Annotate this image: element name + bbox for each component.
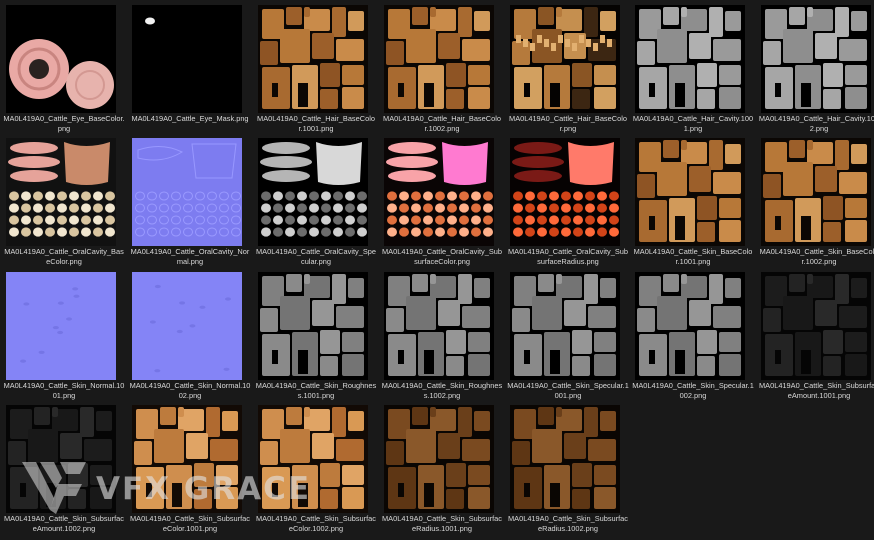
file-tile[interactable]: MA0L419A0_Cattle_Skin_SubsurfaceColor.10… <box>255 400 380 533</box>
file-name: MA0L419A0_Cattle_OralCavity_BaseColor.pn… <box>4 247 124 266</box>
file-name: MA0L419A0_Cattle_Skin_SubsurfaceColor.10… <box>256 514 376 533</box>
file-tile[interactable]: MA0L419A0_Cattle_Hair_BaseColor.1001.png <box>255 0 380 133</box>
file-name: MA0L419A0_Cattle_Hair_Cavity.1001.png <box>632 114 754 133</box>
file-thumbnail <box>761 138 871 246</box>
file-thumbnail <box>635 138 745 246</box>
file-tile[interactable]: MA0L419A0_Cattle_Skin_Specular.1002.png <box>632 267 757 400</box>
file-thumbnail <box>510 405 620 513</box>
file-tile[interactable]: MA0L419A0_Cattle_Hair_BaseColor.1002.png <box>381 0 506 133</box>
file-tile[interactable]: MA0L419A0_Cattle_Skin_SubsurfaceColor.10… <box>129 400 254 533</box>
file-thumbnail <box>132 138 242 246</box>
file-tile[interactable]: MA0L419A0_Cattle_Eye_Mask.png <box>129 0 254 132</box>
file-tile[interactable]: MA0L419A0_Cattle_Hair_Cavity.1001.png <box>632 0 757 133</box>
file-tile[interactable]: MA0L419A0_Cattle_Skin_Normal.1002.png <box>129 267 254 400</box>
file-tile[interactable]: MA0L419A0_Cattle_OralCavity_SubsurfaceCo… <box>381 133 506 266</box>
file-thumbnail <box>258 5 368 113</box>
file-name: MA0L419A0_Cattle_Skin_Normal.1002.png <box>129 381 251 400</box>
file-tile[interactable]: MA0L419A0_Cattle_Skin_Normal.1001.png <box>3 267 128 400</box>
file-thumbnail <box>761 5 871 113</box>
file-tile[interactable]: MA0L419A0_Cattle_Skin_Specular.1001.png <box>507 267 632 400</box>
file-name: MA0L419A0_Cattle_Skin_Normal.1001.png <box>3 381 125 400</box>
file-name: MA0L419A0_Cattle_Skin_BaseColor.1002.png <box>759 247 874 266</box>
file-name: MA0L419A0_Cattle_Hair_BaseColor.1001.png <box>257 114 375 133</box>
file-thumbnail <box>510 138 620 246</box>
file-tile[interactable]: MA0L419A0_Cattle_Skin_Roughness.1001.png <box>255 267 380 400</box>
file-name: MA0L419A0_Cattle_Skin_Roughness.1001.png <box>255 381 377 400</box>
file-name: MA0L419A0_Cattle_OralCavity_Normal.png <box>130 247 250 266</box>
file-thumbnail <box>258 272 368 380</box>
file-thumbnail <box>6 405 116 513</box>
file-thumbnail <box>510 5 620 113</box>
file-tile[interactable]: MA0L419A0_Cattle_OralCavity_Specular.png <box>255 133 380 266</box>
file-name: MA0L419A0_Cattle_Skin_SubsurfaceAmount.1… <box>759 381 874 400</box>
file-thumbnail <box>6 272 116 380</box>
file-name: MA0L419A0_Cattle_OralCavity_SubsurfaceRa… <box>508 247 628 266</box>
file-thumbnail <box>258 405 368 513</box>
file-name: MA0L419A0_Cattle_Skin_Specular.1001.png <box>507 381 629 400</box>
file-thumbnail <box>384 405 494 513</box>
file-thumbnail <box>761 272 871 380</box>
file-tile[interactable]: MA0L419A0_Cattle_OralCavity_BaseColor.pn… <box>3 133 128 266</box>
file-name: MA0L419A0_Cattle_Skin_SubsurfaceRadius.1… <box>508 514 628 533</box>
file-thumbnail <box>384 5 494 113</box>
file-name: MA0L419A0_Cattle_Skin_SubsurfaceAmount.1… <box>4 514 124 533</box>
file-grid: MA0L419A0_Cattle_Eye_BaseColor.png MA0L41… <box>0 0 874 540</box>
file-thumbnail <box>384 272 494 380</box>
file-name: MA0L419A0_Cattle_OralCavity_Specular.png <box>256 247 376 266</box>
file-thumbnail <box>132 272 242 380</box>
file-name: MA0L419A0_Cattle_Hair_BaseColor.png <box>509 114 627 133</box>
file-thumbnail <box>132 5 242 113</box>
file-name: MA0L419A0_Cattle_Eye_Mask.png <box>131 114 249 123</box>
file-name: MA0L419A0_Cattle_Skin_Specular.1002.png <box>632 381 754 400</box>
file-thumbnail <box>6 5 116 113</box>
file-tile[interactable]: MA0L419A0_Cattle_Skin_BaseColor.1001.png <box>632 133 757 266</box>
file-tile[interactable]: MA0L419A0_Cattle_Skin_SubsurfaceRadius.1… <box>507 400 632 533</box>
file-tile[interactable]: MA0L419A0_Cattle_Hair_Cavity.1002.png <box>758 0 874 133</box>
file-name: MA0L419A0_Cattle_Hair_BaseColor.1002.png <box>383 114 501 133</box>
file-thumbnail <box>635 272 745 380</box>
file-thumbnail <box>384 138 494 246</box>
file-name: MA0L419A0_Cattle_Eye_BaseColor.png <box>3 114 125 133</box>
file-name: MA0L419A0_Cattle_Skin_BaseColor.1001.png <box>633 247 753 266</box>
file-name: MA0L419A0_Cattle_Skin_SubsurfaceColor.10… <box>130 514 250 533</box>
file-name: MA0L419A0_Cattle_Skin_SubsurfaceRadius.1… <box>382 514 502 533</box>
file-tile[interactable]: MA0L419A0_Cattle_OralCavity_SubsurfaceRa… <box>507 133 632 266</box>
file-tile[interactable]: MA0L419A0_Cattle_OralCavity_Normal.png <box>129 133 254 266</box>
file-tile[interactable]: MA0L419A0_Cattle_Skin_SubsurfaceAmount.1… <box>3 400 128 533</box>
file-thumbnail <box>635 5 745 113</box>
file-tile[interactable]: MA0L419A0_Cattle_Skin_BaseColor.1002.png <box>758 133 874 266</box>
file-name: MA0L419A0_Cattle_Hair_Cavity.1002.png <box>758 114 874 133</box>
file-tile[interactable]: MA0L419A0_Cattle_Eye_BaseColor.png <box>3 0 128 133</box>
file-tile[interactable]: MA0L419A0_Cattle_Skin_SubsurfaceAmount.1… <box>758 267 874 400</box>
file-tile[interactable]: MA0L419A0_Cattle_Hair_BaseColor.png <box>507 0 632 133</box>
file-tile[interactable]: MA0L419A0_Cattle_Skin_Roughness.1002.png <box>381 267 506 400</box>
file-name: MA0L419A0_Cattle_OralCavity_SubsurfaceCo… <box>382 247 502 266</box>
file-thumbnail <box>6 138 116 246</box>
file-name: MA0L419A0_Cattle_Skin_Roughness.1002.png <box>381 381 503 400</box>
file-tile[interactable]: MA0L419A0_Cattle_Skin_SubsurfaceRadius.1… <box>381 400 506 533</box>
file-thumbnail <box>132 405 242 513</box>
file-thumbnail <box>258 138 368 246</box>
file-thumbnail <box>510 272 620 380</box>
